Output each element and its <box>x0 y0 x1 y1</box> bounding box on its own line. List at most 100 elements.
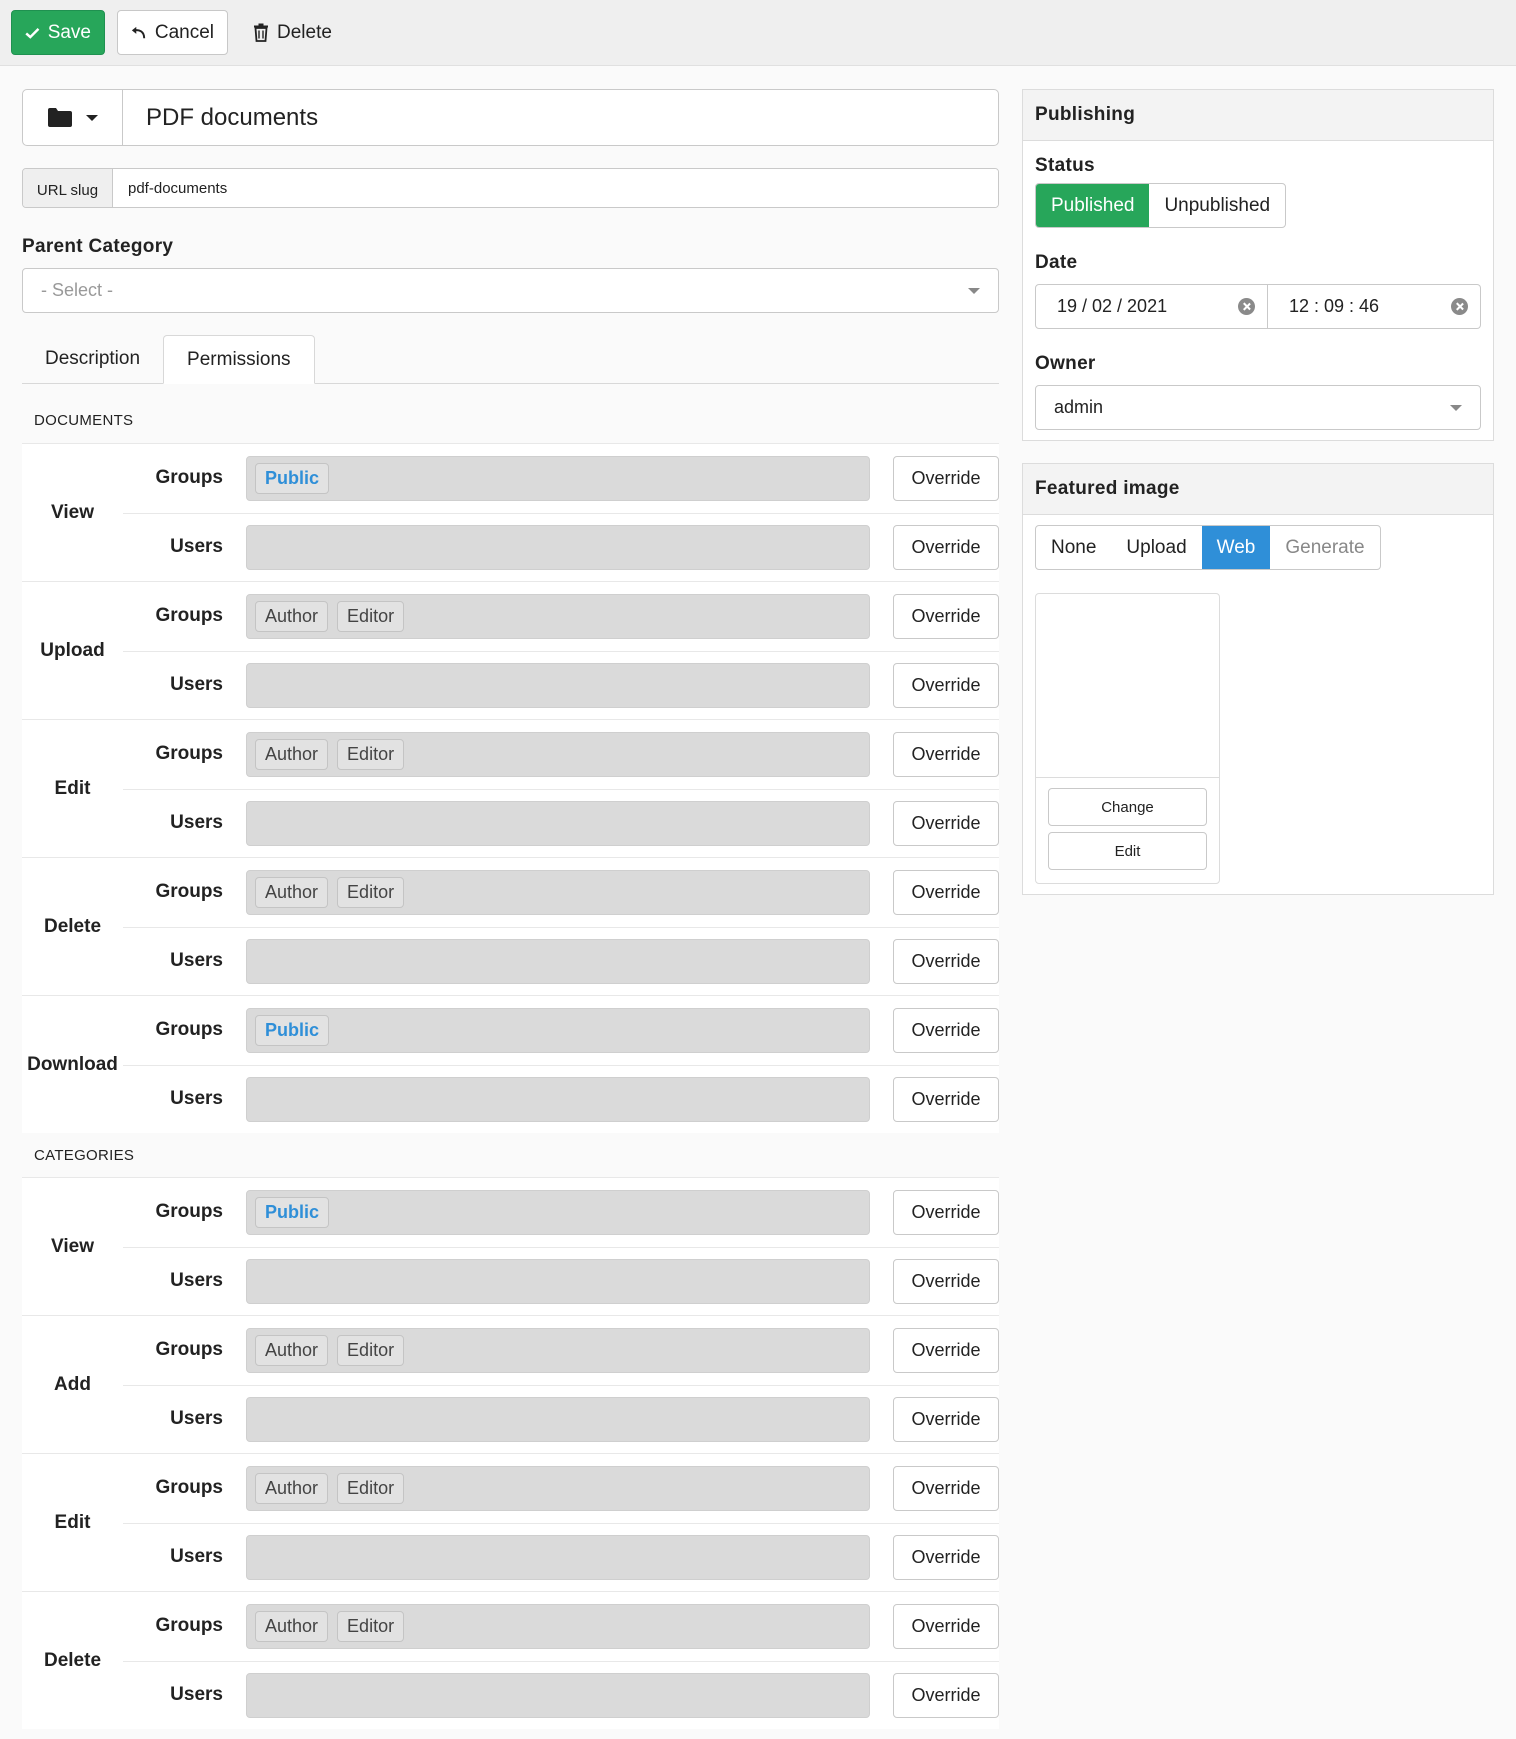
permission-groups-row: Groups Author Editor Override <box>123 582 999 651</box>
permission-users-field[interactable] <box>246 1534 870 1580</box>
permission-users-field[interactable] <box>246 1258 870 1304</box>
image-source-web[interactable]: Web <box>1201 526 1271 569</box>
permission-tag[interactable]: Editor <box>337 1334 405 1366</box>
permission-group: Download Groups Public Override Users Overrid… <box>22 995 999 1133</box>
permission-groups-field[interactable]: Author Editor <box>246 869 870 915</box>
override-button[interactable]: Override <box>893 938 999 984</box>
time-field[interactable]: 12 : 09 : 46 <box>1268 284 1481 329</box>
permission-users-label: Users <box>170 1408 223 1430</box>
save-button[interactable]: Save <box>11 10 105 55</box>
permission-action-label: Delete <box>43 1649 102 1671</box>
permission-groups-field[interactable]: Author Editor <box>246 731 870 777</box>
permission-users-field[interactable] <box>246 800 870 846</box>
permission-groups-field[interactable]: Author Editor <box>246 1465 870 1511</box>
cancel-label: Cancel <box>154 21 214 43</box>
override-button[interactable]: Override <box>893 1396 999 1442</box>
image-source-generate[interactable]: Generate <box>1270 526 1379 569</box>
permission-tag[interactable]: Editor <box>337 600 405 632</box>
permission-users-field[interactable] <box>246 938 870 984</box>
status-published-button[interactable]: Published <box>1036 184 1150 227</box>
owner-select[interactable]: admin <box>1035 385 1481 430</box>
parent-category-select[interactable]: - Select - <box>22 268 999 313</box>
featured-image-title: Featured image <box>1023 464 1493 515</box>
permission-users-field[interactable] <box>246 524 870 570</box>
edit-image-button[interactable]: Edit <box>1048 832 1207 870</box>
clear-date-icon[interactable] <box>1238 298 1255 315</box>
permission-groups-field[interactable]: Public <box>246 1189 870 1235</box>
slug-row: URL slug <box>22 168 999 208</box>
tab-bar: Description Permissions <box>22 335 999 384</box>
permission-groups-field[interactable]: Author Editor <box>246 1327 870 1373</box>
permission-users-field[interactable] <box>246 662 870 708</box>
override-button[interactable]: Override <box>893 1007 999 1053</box>
permission-groups-row: Groups Author Editor Override <box>123 720 999 789</box>
permission-rows: Groups Public Override Users Override <box>123 996 999 1133</box>
permission-tag[interactable]: Author <box>255 1610 329 1642</box>
permission-tag[interactable]: Editor <box>337 1472 405 1504</box>
permission-tag[interactable]: Editor <box>337 876 405 908</box>
permission-tag[interactable]: Public <box>255 1014 330 1046</box>
permission-tag[interactable]: Editor <box>337 738 405 770</box>
cancel-button[interactable]: Cancel <box>117 10 228 55</box>
permission-action-label: View <box>51 501 94 523</box>
override-button[interactable]: Override <box>893 1465 999 1511</box>
permission-rows: Groups Public Override Users Override <box>123 444 999 581</box>
date-field[interactable]: 19 / 02 / 2021 <box>1035 284 1268 329</box>
permission-users-field[interactable] <box>246 1076 870 1122</box>
title-input[interactable] <box>123 90 998 145</box>
change-image-button[interactable]: Change <box>1048 788 1207 826</box>
tab-permissions[interactable]: Permissions <box>163 335 315 384</box>
delete-button[interactable]: Delete <box>240 10 345 55</box>
permission-action-label: Delete <box>43 915 102 937</box>
override-button[interactable]: Override <box>893 1076 999 1122</box>
override-button[interactable]: Override <box>893 731 999 777</box>
permission-users-field[interactable] <box>246 1672 870 1718</box>
permission-tag[interactable]: Author <box>255 600 329 632</box>
permission-tag[interactable]: Editor <box>337 1610 405 1642</box>
override-button[interactable]: Override <box>893 1258 999 1304</box>
permission-tag[interactable]: Public <box>255 462 330 494</box>
clear-time-icon[interactable] <box>1451 298 1468 315</box>
permission-users-row: Users Override <box>123 788 999 858</box>
permission-groups-field[interactable]: Author Editor <box>246 1603 870 1649</box>
date-label: Date <box>1035 252 1078 273</box>
permission-groups-field[interactable]: Author Editor <box>246 593 870 639</box>
permission-tag[interactable]: Public <box>255 1196 330 1228</box>
override-button[interactable]: Override <box>893 1189 999 1235</box>
image-source-none[interactable]: None <box>1036 526 1111 569</box>
chevron-down-icon <box>85 114 98 121</box>
override-button[interactable]: Override <box>893 455 999 501</box>
override-button[interactable]: Override <box>893 1672 999 1718</box>
toolbar: Save Cancel Delete <box>0 0 1516 66</box>
permission-users-label: Users <box>170 950 223 972</box>
permission-users-label: Users <box>170 1546 223 1568</box>
override-button[interactable]: Override <box>893 1534 999 1580</box>
override-button[interactable]: Override <box>893 1603 999 1649</box>
override-button[interactable]: Override <box>893 800 999 846</box>
permission-tag[interactable]: Author <box>255 1334 329 1366</box>
permission-tag[interactable]: Author <box>255 876 329 908</box>
override-button[interactable]: Override <box>893 593 999 639</box>
permission-users-field[interactable] <box>246 1396 870 1442</box>
override-button[interactable]: Override <box>893 1327 999 1373</box>
override-button[interactable]: Override <box>893 662 999 708</box>
permission-groups-field[interactable]: Public <box>246 455 870 501</box>
override-button[interactable]: Override <box>893 869 999 915</box>
permission-tag[interactable]: Author <box>255 1472 329 1504</box>
override-button[interactable]: Override <box>893 524 999 570</box>
featured-image-box: Change Edit <box>1035 593 1220 884</box>
permission-groups-field[interactable]: Public <box>246 1007 870 1053</box>
tab-description[interactable]: Description <box>22 334 163 383</box>
category-icon-picker[interactable] <box>23 90 123 145</box>
permission-tag[interactable]: Author <box>255 738 329 770</box>
status-unpublished-button[interactable]: Unpublished <box>1149 184 1285 227</box>
permission-action-label: Upload <box>40 639 105 661</box>
slug-label: URL slug <box>23 169 113 207</box>
permission-groups-label: Groups <box>155 881 223 903</box>
permission-groups-row: Groups Author Editor Override <box>123 858 999 927</box>
image-source-upload[interactable]: Upload <box>1111 526 1201 569</box>
owner-value: admin <box>1054 397 1104 417</box>
slug-input[interactable] <box>113 169 998 207</box>
permission-users-row: Users Override <box>123 1522 999 1592</box>
permission-groups-row: Groups Public Override <box>123 444 999 513</box>
